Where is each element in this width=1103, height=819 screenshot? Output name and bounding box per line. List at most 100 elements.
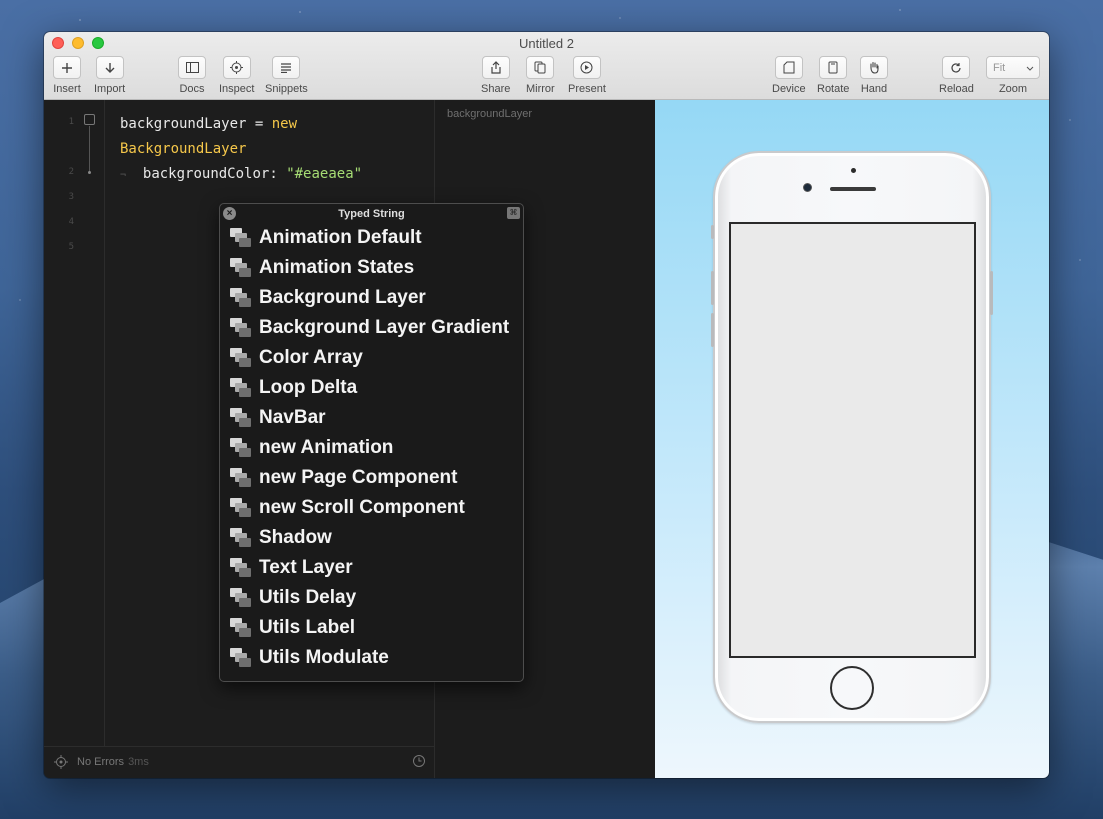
app-window: Untitled 2 Insert Import Docs Inspect Sn… (44, 32, 1049, 778)
phone-icon (819, 56, 848, 79)
mirror-button[interactable]: Mirror (526, 56, 555, 95)
fold-toggle-icon[interactable] (84, 114, 95, 125)
snippet-item[interactable]: Animation Default (220, 223, 523, 253)
present-button[interactable]: Present (568, 56, 606, 95)
snippet-item[interactable]: Utils Modulate (220, 643, 523, 673)
snippet-icon (230, 498, 252, 518)
docs-label: Docs (179, 83, 205, 95)
snippet-item[interactable]: NavBar (220, 403, 523, 433)
snippet-label: Background Layer Gradient (259, 317, 510, 338)
code-keyword-new: new (271, 116, 298, 132)
import-button[interactable]: Import (94, 56, 125, 95)
reload-label: Reload (939, 83, 974, 95)
snippet-item[interactable]: Loop Delta (220, 373, 523, 403)
snippet-icon (230, 348, 252, 368)
snippet-icon (230, 438, 252, 458)
snippets-label: Snippets (265, 83, 308, 95)
snippet-label: Color Array (259, 347, 363, 368)
snippet-icon (230, 528, 252, 548)
line-number: 3 (68, 192, 74, 202)
snippet-label: Utils Modulate (259, 647, 389, 668)
device-button[interactable]: Device (772, 56, 806, 95)
target-icon (222, 56, 251, 79)
plus-icon (53, 56, 81, 79)
snippet-item[interactable]: new Scroll Component (220, 493, 523, 523)
reload-button[interactable]: Reload (939, 56, 974, 95)
share-button[interactable]: Share (481, 56, 510, 95)
layer-item-backgroundlayer[interactable]: backgroundLayer (447, 108, 532, 120)
close-icon[interactable]: × (223, 207, 236, 220)
present-label: Present (568, 83, 606, 95)
power-button (990, 271, 993, 315)
snippet-item[interactable]: new Animation (220, 433, 523, 463)
snippet-item[interactable]: Color Array (220, 343, 523, 373)
rotate-button[interactable]: Rotate (817, 56, 849, 95)
line-number: 1 (68, 117, 74, 127)
front-camera (803, 183, 812, 192)
code-text[interactable]: backgroundLayer = new BackgroundLayer ¬ … (120, 112, 362, 188)
inspect-button[interactable]: Inspect (219, 56, 254, 95)
arrow-down-icon (95, 56, 124, 79)
snippet-item[interactable]: Text Layer (220, 553, 523, 583)
snippet-label: Background Layer (259, 287, 426, 308)
snippet-list: Animation Default Animation States Backgro… (220, 223, 523, 673)
share-label: Share (481, 83, 511, 95)
snippet-icon (230, 468, 252, 488)
code-property: backgroundColor: (142, 166, 287, 182)
zoom-select[interactable]: Fit (986, 56, 1040, 79)
hand-label: Hand (860, 83, 888, 95)
snippet-icon (230, 408, 252, 428)
snippet-autocomplete-popup: × Typed String ⌘ Animation Default Animat… (219, 203, 524, 682)
device-preview (655, 100, 1049, 778)
sidebar-icon (178, 56, 206, 79)
snippet-label: Animation States (259, 257, 415, 278)
snippet-item[interactable]: Utils Label (220, 613, 523, 643)
import-label: Import (94, 83, 126, 95)
snippet-icon (230, 318, 252, 338)
snippet-item[interactable]: Background Layer (220, 283, 523, 313)
rotate-label: Rotate (817, 83, 850, 95)
snippet-item[interactable]: Background Layer Gradient (220, 313, 523, 343)
line-gutter: 1 2 3 4 5 (44, 100, 105, 746)
status-time: 3ms (128, 756, 149, 768)
line-number: 2 (68, 167, 74, 177)
iphone-frame (711, 151, 993, 723)
crosshair-icon[interactable] (54, 755, 68, 772)
zoom-label: Zoom (998, 83, 1028, 95)
snippet-item[interactable]: Shadow (220, 523, 523, 553)
device-label: Device (772, 83, 806, 95)
status-message: No Errors 3ms (77, 756, 149, 768)
chevron-down-icon (1026, 62, 1034, 74)
volume-down-button (711, 313, 714, 347)
snippet-icon (230, 648, 252, 668)
fold-guide (89, 126, 90, 172)
home-button[interactable] (830, 666, 874, 710)
snippets-button[interactable]: Snippets (265, 56, 308, 95)
popup-header: × Typed String ⌘ (220, 204, 523, 223)
code-variable: backgroundLayer (120, 116, 247, 132)
insert-button[interactable]: Insert (53, 56, 81, 95)
snippet-icon (230, 258, 252, 278)
snippet-label: new Page Component (259, 467, 458, 488)
code-wrap-marker: ¬ (120, 170, 127, 181)
snippet-icon (230, 228, 252, 248)
popup-title: Typed String (338, 208, 405, 220)
docs-button[interactable]: Docs (178, 56, 206, 95)
snippet-item[interactable]: Animation States (220, 253, 523, 283)
mirror-label: Mirror (526, 83, 555, 95)
clock-icon[interactable] (412, 754, 426, 771)
device-icon (774, 56, 803, 79)
device-screen-background-layer[interactable] (729, 222, 976, 658)
mute-switch (711, 225, 714, 239)
share-icon (481, 56, 510, 79)
hand-button[interactable]: Hand (860, 56, 888, 95)
snippet-icon (230, 618, 252, 638)
snippet-item[interactable]: Utils Delay (220, 583, 523, 613)
titlebar: Untitled 2 Insert Import Docs Inspect Sn… (44, 32, 1049, 100)
hand-icon (860, 56, 888, 79)
snippet-icon (230, 378, 252, 398)
snippet-item[interactable]: new Page Component (220, 463, 523, 493)
snippets-icon (272, 56, 301, 79)
zoom-value: Fit (993, 61, 1006, 74)
keyboard-icon[interactable]: ⌘ (507, 207, 520, 219)
